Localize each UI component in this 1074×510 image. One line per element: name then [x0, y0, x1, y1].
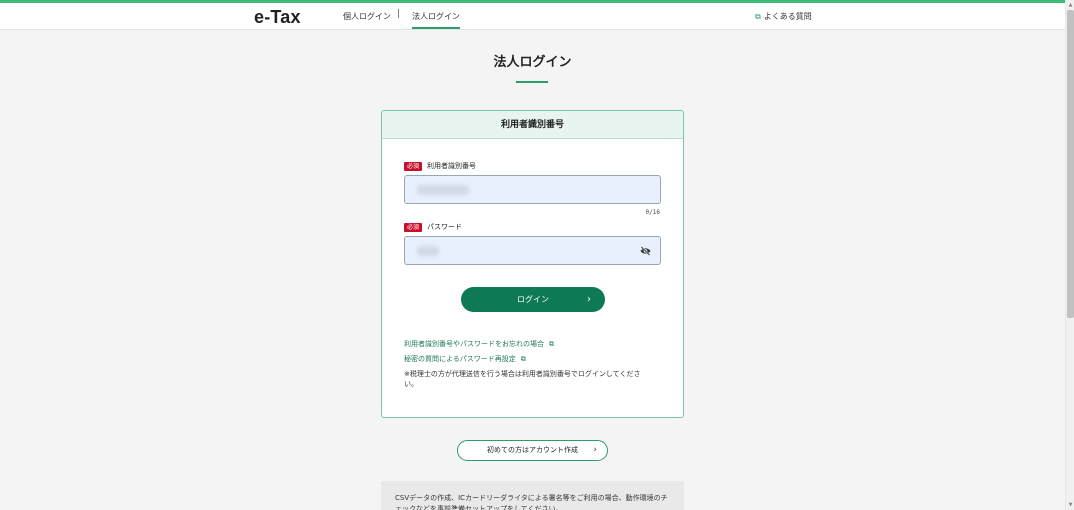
user-id-label: 利用者識別番号 [427, 162, 477, 170]
scroll-up-arrow-icon[interactable]: ▲ [1067, 1, 1074, 9]
external-link-icon: ⧉ [549, 340, 554, 348]
user-id-label-row: 必須 利用者識別番号 [404, 161, 476, 171]
create-account-label: 初めての方はアカウント作成 [487, 446, 578, 454]
faq-link[interactable]: ⧉ よくある質問 [755, 11, 812, 22]
password-reset-label: 秘密の質問によるパスワード再設定 [404, 355, 516, 363]
tax-accountant-note: ※税理士の方が代理送信を行う場合は利用者識別番号でログインしてください。 [404, 370, 641, 388]
etax-logo[interactable]: e-Tax [254, 7, 301, 28]
login-button[interactable]: ログイン › [461, 287, 605, 312]
user-id-masked-value [417, 185, 469, 195]
setup-info-text: CSVデータの作成、ICカードリーダライタによる署名等をご利用の場合、動作環境の… [395, 494, 668, 510]
faq-label: よくある質問 [763, 12, 812, 21]
password-reset-link[interactable]: 秘密の質問によるパスワード再設定 ⧉ [404, 354, 526, 364]
title-underline [516, 81, 548, 83]
password-label-row: 必須 パスワード [404, 222, 462, 232]
eye-slash-icon[interactable] [640, 246, 651, 256]
password-masked-value [417, 246, 439, 256]
vertical-scrollbar[interactable]: ▲ ▼ [1065, 0, 1074, 510]
user-id-counter: 0/16 [645, 209, 660, 216]
card-heading: 利用者識別番号 [382, 111, 683, 139]
required-badge: 必須 [404, 161, 423, 171]
setup-info-box: CSVデータの作成、ICカードリーダライタによる署名等をご利用の場合、動作環境の… [381, 481, 684, 510]
user-id-input[interactable] [404, 175, 661, 204]
create-account-button[interactable]: 初めての方はアカウント作成 › [457, 440, 608, 461]
login-button-label: ログイン [517, 295, 549, 304]
nav-separator: | [397, 9, 401, 19]
main-content: 法人ログイン 利用者識別番号 必須 利用者識別番号 0/16 必須 パスワード ログ… [0, 31, 1065, 510]
password-input[interactable] [404, 236, 661, 265]
site-header: e-Tax 個人ログイン | 法人ログイン ⧉ よくある質問 [0, 3, 1065, 30]
login-card: 利用者識別番号 必須 利用者識別番号 0/16 必須 パスワード ログイン › 利用… [381, 110, 684, 418]
external-link-icon: ⧉ [755, 12, 761, 21]
scrollbar-thumb[interactable] [1067, 10, 1074, 318]
password-label: パスワード [427, 223, 463, 231]
forgot-credentials-label: 利用者識別番号やパスワードをお忘れの場合 [404, 340, 544, 348]
chevron-right-icon: › [587, 294, 591, 305]
scroll-down-arrow-icon[interactable]: ▼ [1067, 501, 1074, 509]
forgot-credentials-link[interactable]: 利用者識別番号やパスワードをお忘れの場合 ⧉ [404, 339, 554, 349]
page-title: 法人ログイン [493, 55, 572, 70]
external-link-icon: ⧉ [520, 355, 526, 363]
chevron-right-icon: › [593, 445, 597, 455]
nav-personal-login[interactable]: 個人ログイン [343, 11, 391, 22]
nav-corporate-login[interactable]: 法人ログイン [412, 11, 460, 29]
required-badge: 必須 [404, 222, 423, 232]
